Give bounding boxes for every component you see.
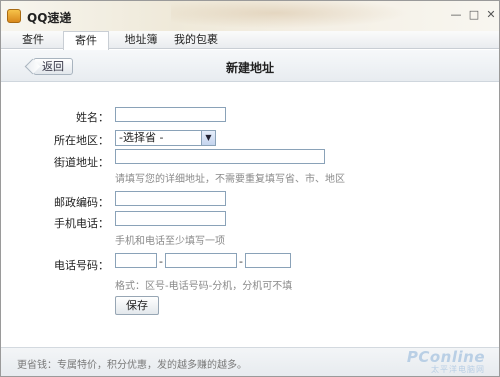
tab-bar: 查件 寄件 地址簿 我的包裹 [1,31,499,50]
promo-text: 更省钱：专属特价，积分优惠，发的越多赚的越多。 [17,360,247,371]
mobile-hint: 手机和电话至少填写一项 [115,236,225,247]
tab-my-packages[interactable]: 我的包裹 [171,31,221,49]
phone-separator: - [159,255,163,268]
phone-label: 电话号码： [54,259,109,272]
phone-number-input[interactable] [165,253,237,268]
street-hint: 请填写您的详细地址，不需要重复填写省、市、地区 [115,174,345,185]
minimize-icon[interactable]: — [449,8,463,22]
zip-input[interactable] [115,191,226,206]
tab-track-package[interactable]: 查件 [15,31,51,49]
phone-separator: - [239,255,243,268]
app-title: QQ速递 [27,11,72,25]
pconline-watermark: PConline 太平洋电脑网 [355,348,485,376]
close-icon[interactable]: ✕ [484,8,498,22]
title-bar: QQ速递 — □ ✕ [1,1,499,31]
title-bar-artwork [171,1,431,31]
zip-label: 邮政编码： [54,196,109,209]
page-header: 返回 新建地址 [1,50,499,82]
phone-hint: 格式：区号-电话号码-分机，分机可不填 [115,281,293,292]
mobile-input[interactable] [115,211,226,226]
mobile-label: 手机电话： [54,217,109,230]
tab-address-book[interactable]: 地址簿 [119,31,163,49]
phone-area-code-input[interactable] [115,253,157,268]
page-title: 新建地址 [225,61,274,75]
province-select[interactable]: -选择省 - ▼ [115,130,216,146]
footer-bar: 更省钱：专属特价，积分优惠，发的越多赚的越多。 PConline 太平洋电脑网 [1,347,499,376]
chevron-down-icon[interactable]: ▼ [201,131,215,145]
qq-express-window: QQ速递 — □ ✕ 查件 寄件 地址簿 我的包裹 返回 新建地址 姓名： 所在… [0,0,500,377]
name-label: 姓名： [76,111,109,124]
maximize-icon[interactable]: □ [467,8,481,22]
street-label: 街道地址： [54,156,109,169]
app-logo-icon [7,9,21,23]
region-label: 所在地区： [54,134,109,147]
province-select-value: -选择省 - [119,131,164,144]
save-button[interactable]: 保存 [115,296,159,315]
tab-send-package[interactable]: 寄件 [63,31,109,50]
phone-extension-input[interactable] [245,253,291,268]
street-input[interactable] [115,149,325,164]
name-input[interactable] [115,107,226,122]
